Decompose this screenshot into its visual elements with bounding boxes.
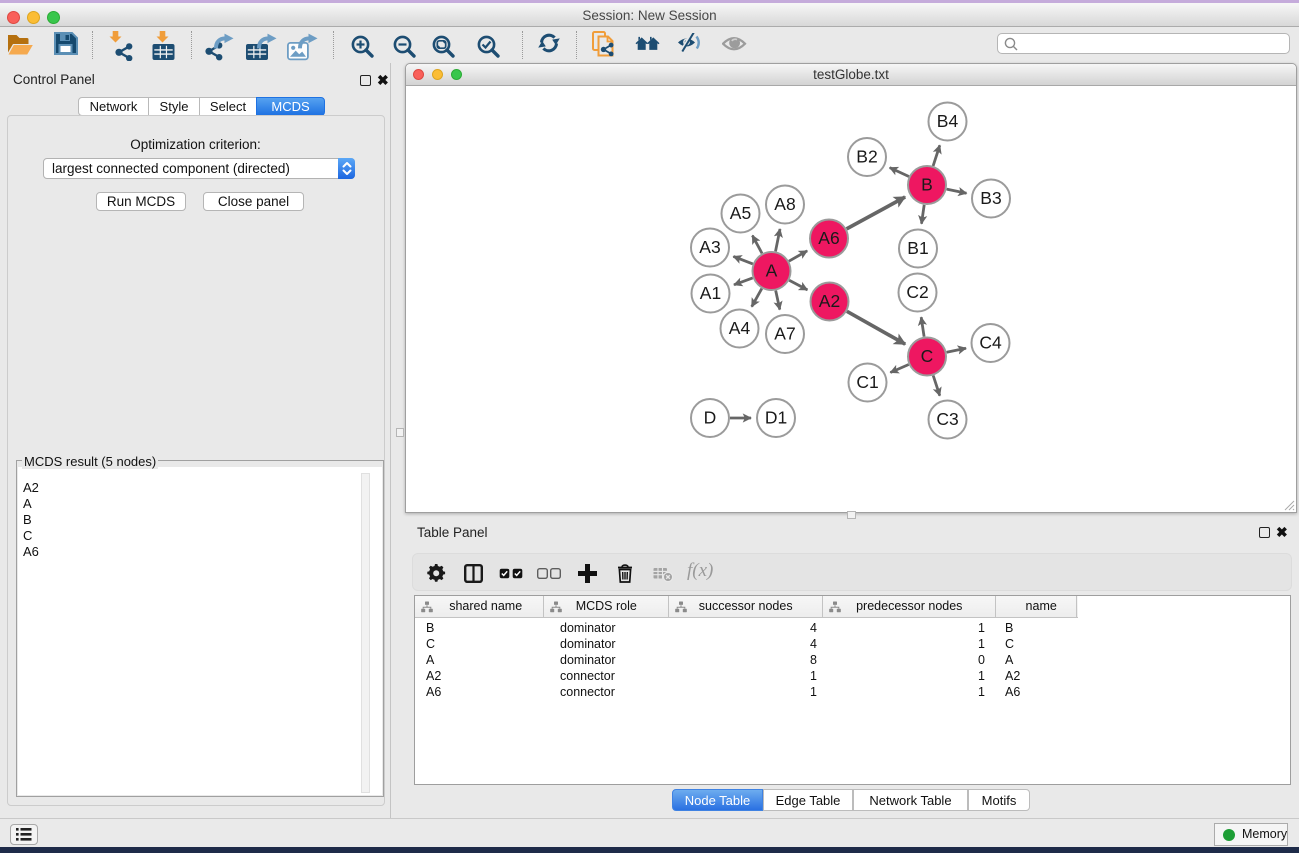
svg-text:B3: B3 (980, 188, 1001, 208)
svg-text:B2: B2 (856, 147, 877, 167)
svg-text:C2: C2 (906, 282, 928, 302)
svg-text:D: D (704, 408, 717, 428)
svg-text:A6: A6 (818, 228, 839, 248)
svg-text:A3: A3 (699, 237, 720, 257)
svg-text:A4: A4 (729, 318, 751, 338)
svg-text:A2: A2 (819, 291, 840, 311)
svg-text:A8: A8 (774, 194, 795, 214)
svg-text:B4: B4 (937, 111, 959, 131)
svg-text:C4: C4 (979, 333, 1002, 353)
svg-text:A1: A1 (700, 283, 721, 303)
svg-text:D1: D1 (765, 408, 787, 428)
svg-text:C3: C3 (936, 409, 958, 429)
svg-text:A5: A5 (730, 203, 751, 223)
svg-text:B: B (921, 175, 933, 195)
svg-text:A7: A7 (774, 324, 795, 344)
svg-text:C1: C1 (856, 372, 878, 392)
svg-text:A: A (766, 261, 778, 281)
svg-text:C: C (921, 346, 934, 366)
svg-text:B1: B1 (907, 238, 928, 258)
